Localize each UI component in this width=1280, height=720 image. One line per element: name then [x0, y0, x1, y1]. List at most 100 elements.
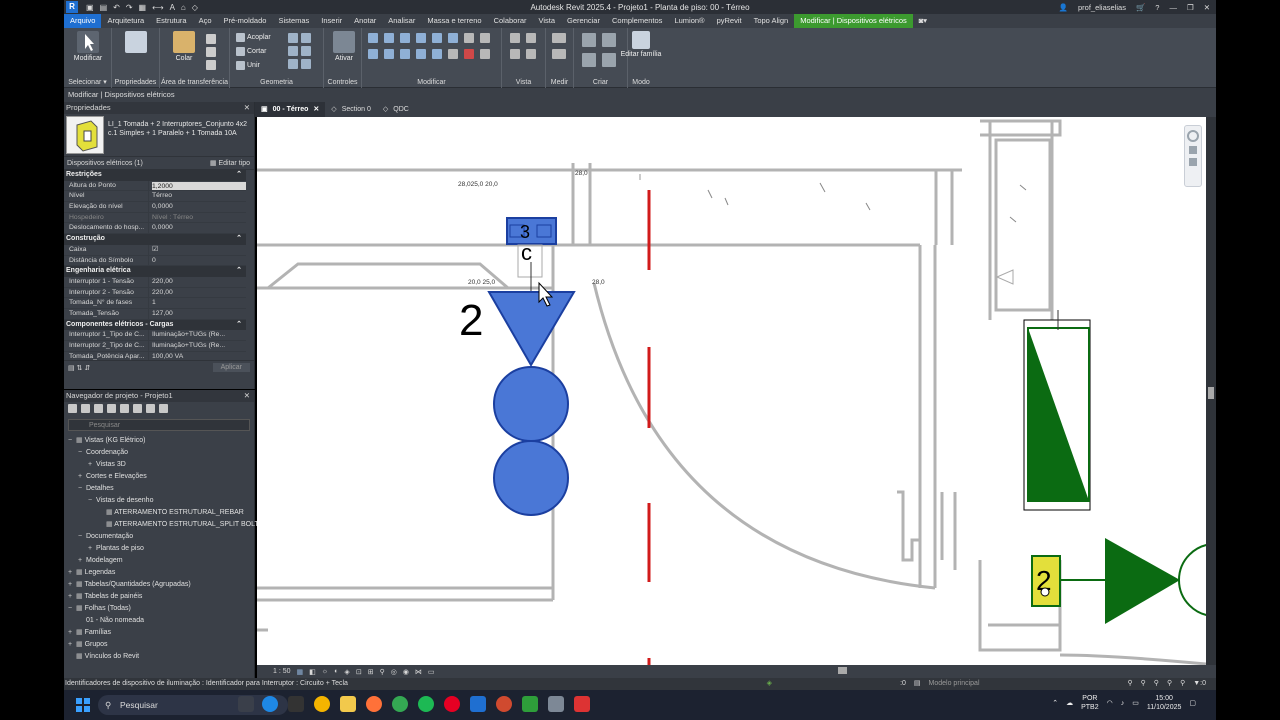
- design-options-icon[interactable]: ▤: [914, 678, 921, 690]
- align-icon[interactable]: [368, 33, 378, 43]
- browser-tool-icon[interactable]: [146, 404, 155, 413]
- revit-taskbar-icon[interactable]: [470, 696, 486, 712]
- ribbon-tab[interactable]: Pré-moldado: [218, 14, 273, 28]
- browser-tool-icon[interactable]: [120, 404, 129, 413]
- edit-type-button[interactable]: ▦ Editar tipo: [210, 159, 250, 167]
- geom-tool-icon[interactable]: [288, 33, 298, 43]
- mirror-draw-icon[interactable]: [416, 33, 426, 43]
- pin-icon[interactable]: [464, 33, 474, 43]
- geom-tool-icon[interactable]: [288, 46, 298, 56]
- cart-icon[interactable]: 🛒: [1136, 3, 1145, 12]
- property-section-header[interactable]: Construção ⌃: [64, 234, 246, 245]
- ribbon-tab[interactable]: Complementos: [606, 14, 668, 28]
- cut-geometry-button[interactable]: Cortar: [236, 47, 266, 56]
- pan-icon[interactable]: [1189, 158, 1197, 166]
- drawing-canvas[interactable]: 28,025,0 20,0 28,0 20,0 25,0 28,0 3 c 2 …: [257, 117, 1206, 665]
- spotify-icon[interactable]: [418, 696, 434, 712]
- split-icon[interactable]: [432, 33, 442, 43]
- move-icon[interactable]: [368, 49, 378, 59]
- measure-icon[interactable]: [552, 33, 566, 43]
- ribbon-tab[interactable]: Arquivo: [64, 14, 102, 28]
- user-name[interactable]: prof_eliaselias: [1078, 3, 1126, 12]
- notification-icon[interactable]: ▢: [1189, 699, 1196, 707]
- paste-button[interactable]: Colar: [164, 31, 204, 62]
- geom-tool-icon[interactable]: [301, 59, 311, 69]
- scale-selector[interactable]: 1 : 50: [273, 668, 291, 675]
- tree-node[interactable]: + ▦ Grupos: [64, 639, 254, 651]
- tree-node[interactable]: + Plantas de piso: [64, 543, 254, 555]
- scale-icon[interactable]: [432, 49, 442, 59]
- zoom-icon[interactable]: [1189, 146, 1197, 154]
- close-icon[interactable]: ✕: [244, 102, 250, 114]
- ribbon-tab[interactable]: Gerenciar: [561, 14, 606, 28]
- tree-node[interactable]: − ▦ Folhas (Todas): [64, 603, 254, 615]
- ribbon-tab-context[interactable]: Modificar | Dispositivos elétricos: [794, 14, 913, 28]
- filter-icon[interactable]: ▼:0: [1193, 678, 1206, 690]
- property-value[interactable]: 1,2000: [148, 180, 246, 191]
- pinned-select-icon[interactable]: ⚲: [1154, 678, 1159, 690]
- model-selector[interactable]: Modelo principal: [929, 678, 980, 690]
- green-device-symbol[interactable]: 2: [1031, 538, 1206, 624]
- ribbon-tab[interactable]: Inserir: [315, 14, 348, 28]
- close-tab-icon[interactable]: ✕: [313, 102, 319, 117]
- property-value[interactable]: Térreo: [148, 191, 246, 202]
- trim-icon[interactable]: [448, 33, 458, 43]
- trim-extend-icon[interactable]: [416, 49, 426, 59]
- browser-tool-icon[interactable]: [81, 404, 90, 413]
- ribbon-tab[interactable]: Aço: [193, 14, 218, 28]
- section-icon[interactable]: ◇: [192, 3, 198, 12]
- geom-tool-icon[interactable]: [301, 33, 311, 43]
- tree-node[interactable]: ▦ Vínculos do Revit: [64, 651, 254, 663]
- extra-icon[interactable]: [480, 49, 490, 59]
- tree-node[interactable]: + ▦ Famílias: [64, 627, 254, 639]
- mirror-icon[interactable]: [400, 33, 410, 43]
- ribbon-tab[interactable]: pyRevit: [711, 14, 748, 28]
- language-indicator[interactable]: POR PTB2: [1081, 694, 1099, 712]
- property-value[interactable]: 0,0000: [148, 223, 246, 234]
- tree-node[interactable]: ▦ ATERRAMENTO ESTRUTURAL_SPLIT BOLT: [64, 519, 259, 531]
- file-explorer-icon[interactable]: [340, 696, 356, 712]
- geom-tool-icon[interactable]: [288, 59, 298, 69]
- battery-icon[interactable]: ▭: [1132, 699, 1139, 707]
- paint-icon[interactable]: [526, 49, 536, 59]
- green-panel-symbol[interactable]: [1023, 310, 1091, 511]
- tree-node[interactable]: − ▦ Vistas (KG Elétrico): [64, 435, 254, 447]
- property-value[interactable]: ☑: [148, 244, 246, 255]
- array-icon[interactable]: [480, 33, 490, 43]
- temp-hide-icon[interactable]: ◎: [391, 668, 397, 676]
- firefox-icon[interactable]: [366, 696, 382, 712]
- instance-filter-dropdown[interactable]: Dispositivos elétricos (1): [67, 160, 143, 167]
- cut-icon[interactable]: [206, 34, 216, 44]
- unpin-icon[interactable]: [448, 49, 458, 59]
- select-dropdown[interactable]: Selecionar ▾: [64, 78, 111, 86]
- github-icon[interactable]: [288, 696, 304, 712]
- ribbon-tab[interactable]: Estrutura: [150, 14, 192, 28]
- property-input[interactable]: 1,2000: [152, 181, 246, 191]
- ribbon-tab[interactable]: Vista: [533, 14, 562, 28]
- property-value[interactable]: 0: [148, 255, 246, 266]
- property-value[interactable]: Iluminação+TUGs (Re...: [148, 341, 246, 351]
- dimension-icon[interactable]: [552, 49, 566, 59]
- task-view-icon[interactable]: [238, 696, 254, 712]
- lock-3d-icon[interactable]: ⚲: [380, 668, 385, 676]
- tree-node[interactable]: + ▦ Tabelas de painéis: [64, 591, 254, 603]
- minimize-button[interactable]: —: [1169, 3, 1177, 12]
- tree-node[interactable]: + Vistas 3D: [64, 459, 254, 471]
- restore-button[interactable]: ❐: [1187, 3, 1194, 12]
- property-section-header[interactable]: Componentes elétricos - Cargas ⌃: [64, 319, 246, 331]
- tree-node[interactable]: + Cortes e Elevações: [64, 471, 254, 483]
- blue-lighting-symbol[interactable]: [487, 291, 576, 516]
- override-icon[interactable]: [510, 49, 520, 59]
- app-icon[interactable]: [548, 696, 564, 712]
- property-section-header[interactable]: Engenharia elétrica ⌃: [64, 266, 246, 277]
- shadows-icon[interactable]: ◐: [334, 668, 338, 675]
- tree-node[interactable]: + Modelagem: [64, 555, 254, 567]
- windows-start-icon[interactable]: [76, 698, 90, 712]
- face-select-icon[interactable]: ⚲: [1167, 678, 1172, 690]
- render-icon[interactable]: ◈: [344, 668, 349, 676]
- ribbon-tab[interactable]: Colaborar: [488, 14, 533, 28]
- close-icon[interactable]: ✕: [244, 390, 250, 402]
- property-value[interactable]: 220,00: [148, 287, 246, 298]
- join-button[interactable]: Unir: [236, 61, 260, 70]
- save-icon[interactable]: ▤: [100, 3, 108, 12]
